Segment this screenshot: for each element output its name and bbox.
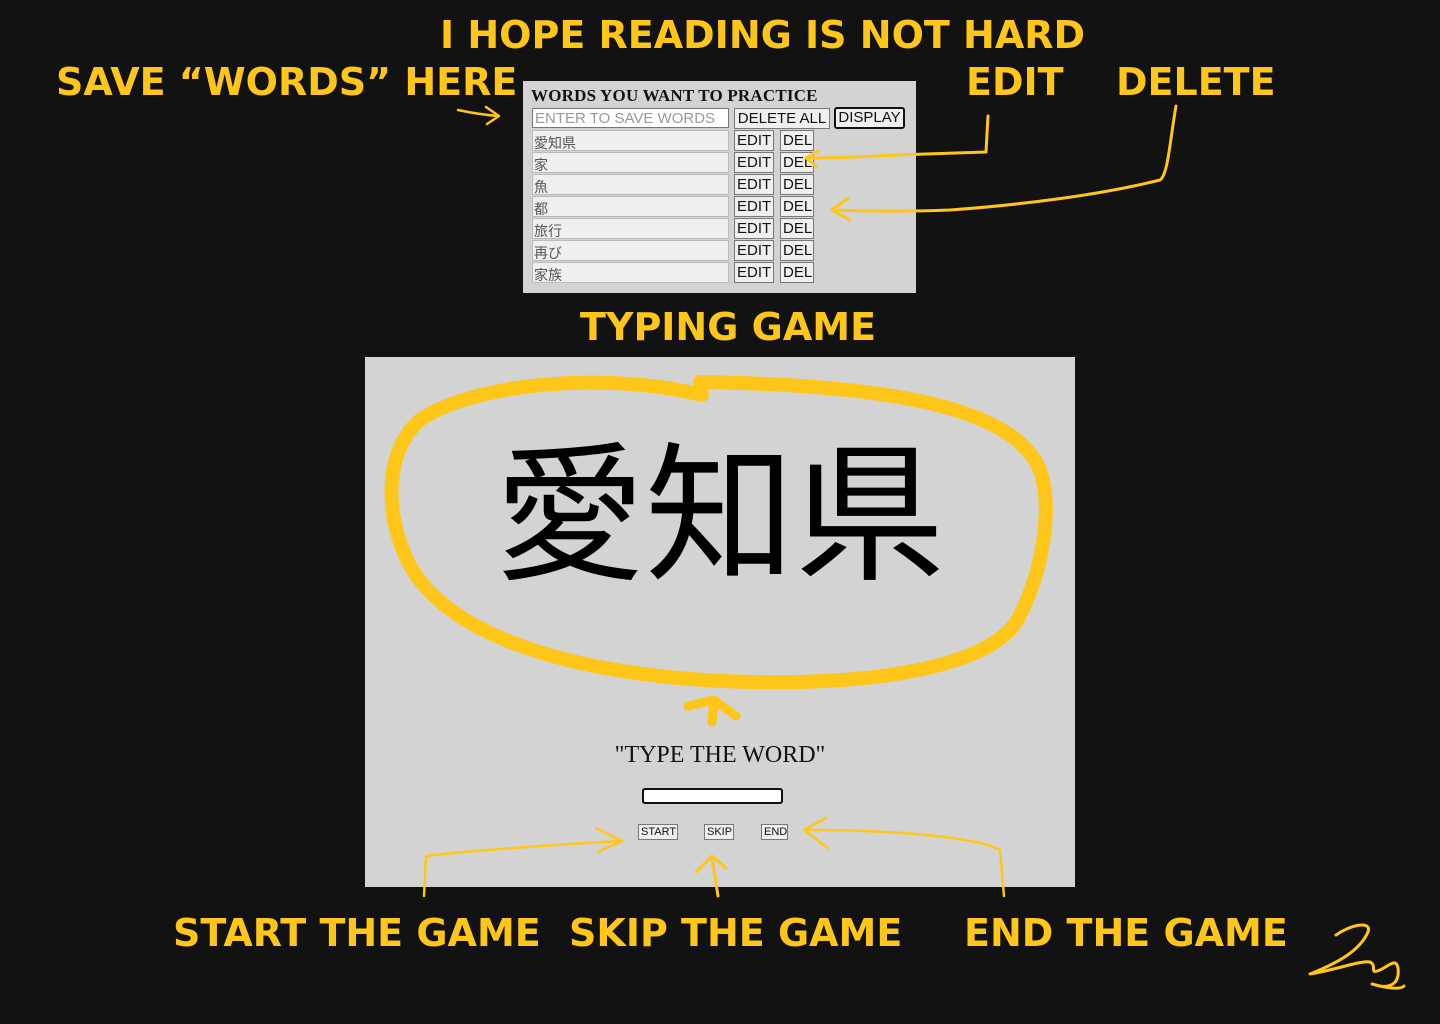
word-row: 再び EDIT DEL: [532, 240, 832, 261]
delete-button[interactable]: DEL: [780, 174, 814, 195]
word-row: 家 EDIT DEL: [532, 152, 832, 173]
word-entry: 旅行: [532, 218, 729, 239]
edit-button[interactable]: EDIT: [734, 196, 774, 217]
annotation-skip-game: SKIP THE GAME: [569, 911, 903, 955]
word-entry: 家族: [532, 262, 729, 283]
edit-button[interactable]: EDIT: [734, 174, 774, 195]
word-row: 家族 EDIT DEL: [532, 262, 832, 283]
annotation-typing-game: TYPING GAME: [580, 305, 877, 349]
type-prompt: "TYPE THE WORD": [614, 742, 826, 768]
save-word-input[interactable]: [532, 108, 729, 128]
current-word-display: 愛知県: [494, 430, 945, 604]
word-entry: 都: [532, 196, 729, 217]
word-entry: 家: [532, 152, 729, 173]
delete-all-button[interactable]: DELETE ALL: [734, 108, 830, 129]
signature-icon: [1308, 923, 1406, 990]
word-entry: 再び: [532, 240, 729, 261]
word-entry: 愛知県: [532, 130, 729, 151]
display-button[interactable]: DISPLAY: [834, 107, 905, 129]
word-row: 都 EDIT DEL: [532, 196, 832, 217]
end-button[interactable]: END: [761, 824, 788, 840]
word-entry: 魚: [532, 174, 729, 195]
word-row: 魚 EDIT DEL: [532, 174, 832, 195]
annotation-start-game: START THE GAME: [173, 911, 541, 955]
edit-button[interactable]: EDIT: [734, 130, 774, 151]
edit-button[interactable]: EDIT: [734, 152, 774, 173]
annotation-save-words: SAVE “WORDS” HERE: [56, 60, 518, 104]
delete-button[interactable]: DEL: [780, 240, 814, 261]
annotation-end-game: END THE GAME: [964, 911, 1288, 955]
word-list-heading: WORDS YOU WANT TO PRACTICE: [531, 86, 818, 105]
typing-game-panel: 愛知県 "TYPE THE WORD" START SKIP END: [365, 357, 1075, 887]
delete-button[interactable]: DEL: [780, 262, 814, 283]
annotation-delete: DELETE: [1116, 60, 1276, 104]
skip-button[interactable]: SKIP: [704, 824, 734, 840]
save-arrow-icon: [456, 105, 501, 126]
edit-button[interactable]: EDIT: [734, 240, 774, 261]
edit-button[interactable]: EDIT: [734, 262, 774, 283]
typing-input[interactable]: [642, 788, 783, 804]
annotation-title: I HOPE READING IS NOT HARD: [440, 13, 1086, 57]
delete-button[interactable]: DEL: [780, 218, 814, 239]
delete-button[interactable]: DEL: [780, 130, 814, 151]
word-row: 愛知県 EDIT DEL: [532, 130, 832, 151]
word-list-panel: WORDS YOU WANT TO PRACTICE DELETE ALL DI…: [523, 81, 916, 293]
delete-button[interactable]: DEL: [780, 196, 814, 217]
word-row: 旅行 EDIT DEL: [532, 218, 832, 239]
start-button[interactable]: START: [638, 824, 678, 840]
annotation-edit: EDIT: [966, 60, 1064, 104]
delete-button[interactable]: DEL: [780, 152, 814, 173]
edit-button[interactable]: EDIT: [734, 218, 774, 239]
